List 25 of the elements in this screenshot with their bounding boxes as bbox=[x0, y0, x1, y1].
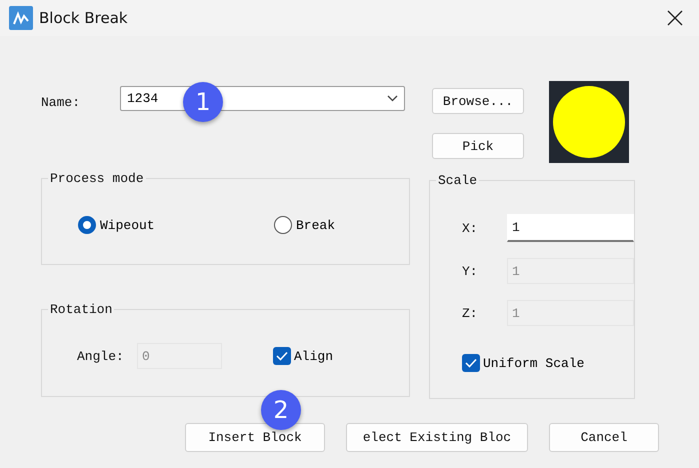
group-title: Scale bbox=[437, 173, 478, 188]
callout-badge: 1 bbox=[183, 82, 223, 122]
angle-label: Angle: bbox=[77, 348, 125, 364]
chevron-down-icon bbox=[387, 95, 398, 102]
pick-button[interactable]: Pick bbox=[432, 133, 524, 159]
name-label: Name: bbox=[41, 95, 82, 110]
align-checkbox[interactable]: Align bbox=[273, 347, 334, 365]
checkmark-icon bbox=[465, 358, 477, 368]
window-title: Block Break bbox=[39, 9, 128, 27]
dialog-button[interactable]: Insert Block bbox=[185, 423, 325, 452]
radio-option[interactable]: Wipeout bbox=[78, 216, 274, 234]
axis-label: Y: bbox=[462, 264, 479, 278]
dialog-button[interactable]: elect Existing Bloc bbox=[346, 423, 528, 452]
group-title: Process mode bbox=[49, 171, 145, 186]
axis-label: Z: bbox=[462, 306, 479, 320]
app-logo-icon bbox=[9, 6, 33, 30]
browse-button[interactable]: Browse... bbox=[432, 88, 524, 114]
dialog-button[interactable]: Cancel bbox=[549, 423, 659, 452]
group-title: Rotation bbox=[49, 302, 114, 317]
checkmark-icon bbox=[276, 351, 288, 361]
axis-label: X: bbox=[462, 220, 479, 236]
radio-option[interactable]: Break bbox=[274, 216, 384, 234]
scale-field[interactable]: 1 bbox=[507, 214, 634, 242]
callout-badge: 2 bbox=[261, 390, 301, 430]
uniform-scale-checkbox[interactable]: Uniform Scale bbox=[462, 354, 634, 372]
